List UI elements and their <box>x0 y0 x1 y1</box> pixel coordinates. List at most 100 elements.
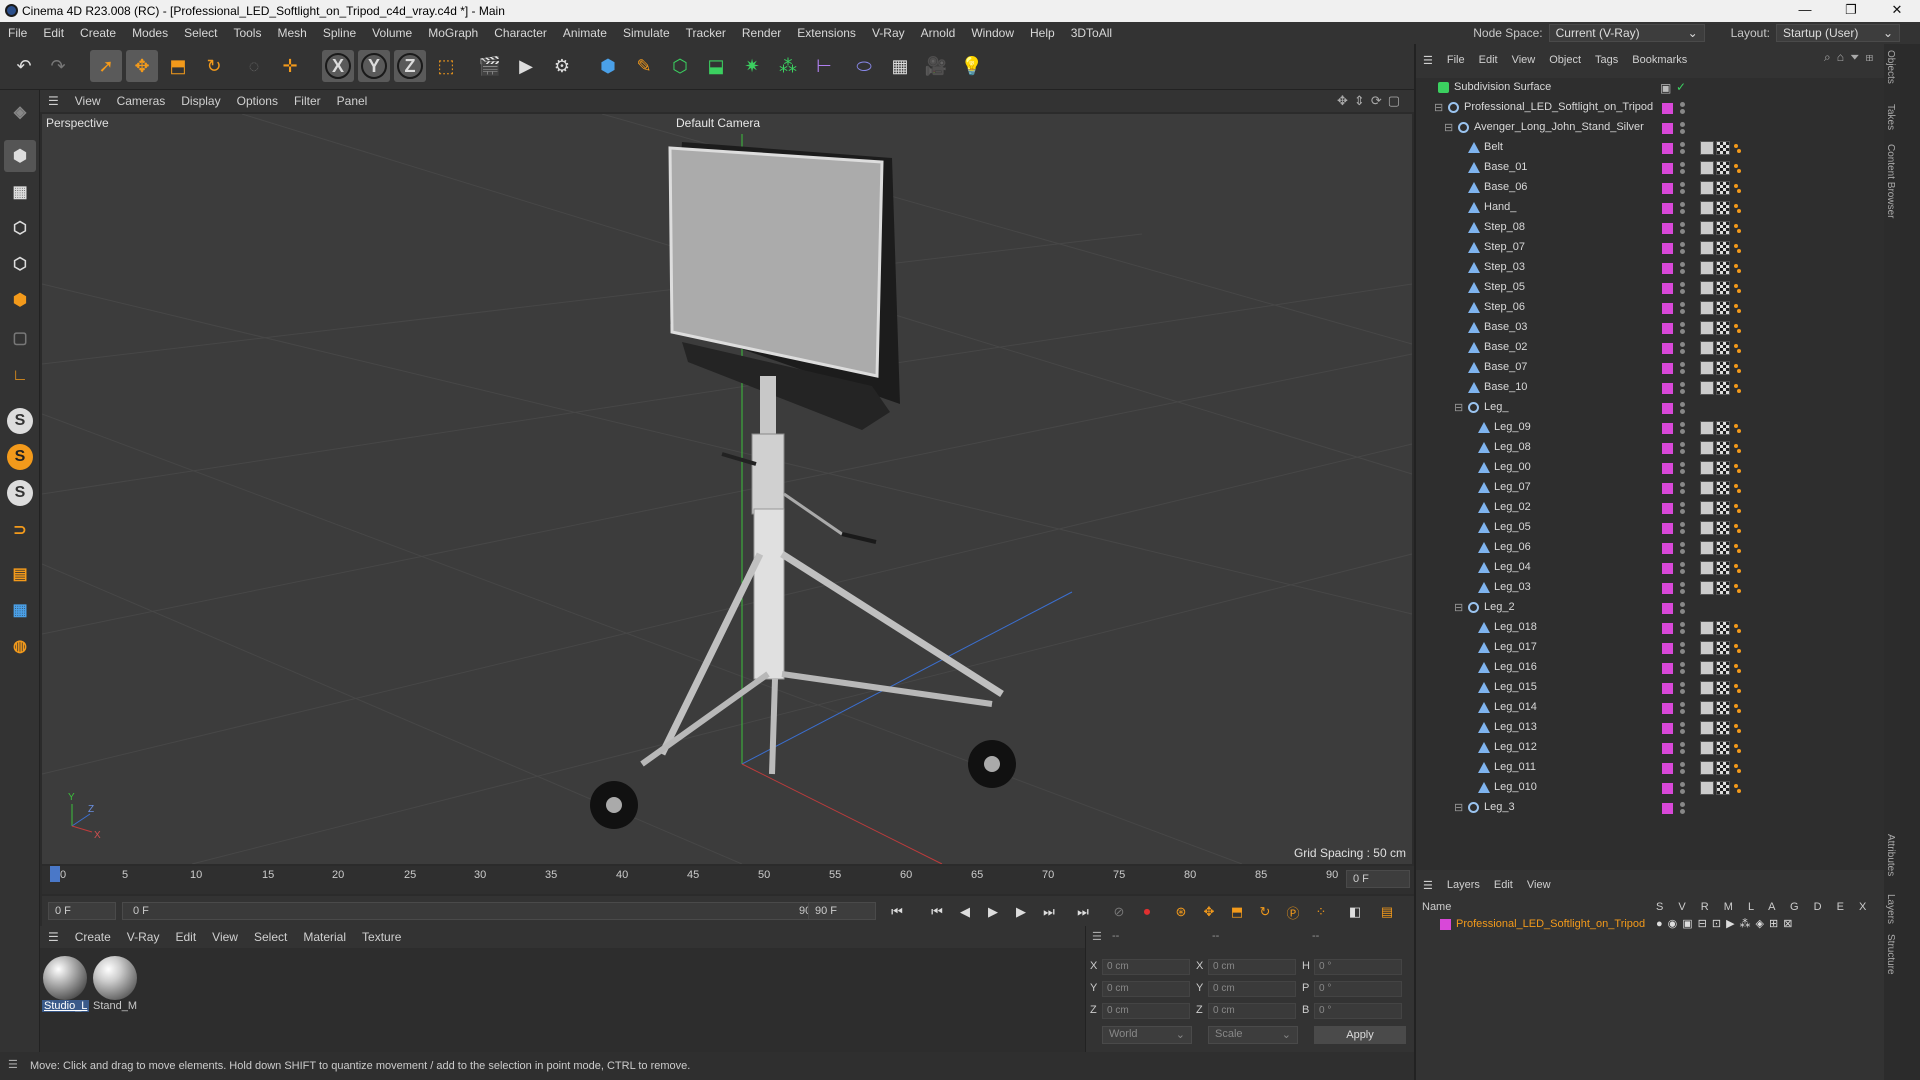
menu-spline[interactable]: Spline <box>315 26 364 40</box>
hamburger-icon[interactable]: ☰ <box>1416 54 1440 67</box>
previous-frame-icon[interactable]: ◀ <box>954 901 976 923</box>
transform-tool-icon[interactable]: ✛ <box>274 50 306 82</box>
object-row[interactable]: Step_03 <box>1416 258 1886 278</box>
object-tags[interactable] <box>1700 521 1742 535</box>
material-tag-icon[interactable] <box>1716 481 1730 495</box>
hamburger-icon[interactable]: ☰ <box>8 1058 18 1071</box>
magnet-icon[interactable]: ⊃ <box>4 514 36 546</box>
visibility-dots-icon[interactable] <box>1680 162 1685 174</box>
vray-tag-icon[interactable] <box>1732 421 1742 435</box>
material-tag-icon[interactable] <box>1716 541 1730 555</box>
mograph-effector-icon[interactable]: ⁂ <box>772 50 804 82</box>
object-tags[interactable] <box>1700 561 1742 575</box>
visibility-dots-icon[interactable] <box>1680 522 1685 534</box>
visibility-dots-icon[interactable] <box>1680 702 1685 714</box>
object-tags[interactable] <box>1700 581 1742 595</box>
layer-color-swatch[interactable] <box>1662 263 1673 274</box>
object-row[interactable]: Leg_05 <box>1416 518 1886 538</box>
model-mode-icon[interactable]: ⬢ <box>4 140 36 172</box>
layer-color-swatch[interactable] <box>1662 283 1673 294</box>
uv-mode-icon[interactable]: ▢ <box>4 322 36 354</box>
object-row[interactable]: ⊟ Leg_2 <box>1416 598 1886 618</box>
menu-edit[interactable]: Edit <box>35 26 72 40</box>
vray-tag-icon[interactable] <box>1732 361 1742 375</box>
visibility-dots-icon[interactable] <box>1680 182 1685 194</box>
object-row[interactable]: Step_07 <box>1416 238 1886 258</box>
visibility-dots-icon[interactable] <box>1680 222 1685 234</box>
visibility-dots-icon[interactable] <box>1680 762 1685 774</box>
object-tags[interactable] <box>1700 721 1742 735</box>
layer-color-swatch[interactable] <box>1662 803 1673 814</box>
vray-tag-icon[interactable] <box>1732 621 1742 635</box>
object-row[interactable]: ⊟ Avenger_Long_John_Stand_Silver <box>1416 118 1886 138</box>
menu-help[interactable]: Help <box>1022 26 1063 40</box>
cloner-icon[interactable]: ✷ <box>736 50 768 82</box>
expand-toggle-icon[interactable]: ⊟ <box>1454 601 1463 614</box>
layer-color-swatch[interactable] <box>1662 723 1673 734</box>
layer-color-swatch[interactable] <box>1662 183 1673 194</box>
object-name[interactable]: Step_06 <box>1484 301 1525 313</box>
previous-key-icon[interactable]: ⏮ <box>926 901 948 923</box>
current-frame-field[interactable]: 0 F <box>1346 870 1410 888</box>
object-name[interactable]: Step_03 <box>1484 261 1525 273</box>
phong-tag-icon[interactable] <box>1700 561 1714 575</box>
visibility-dots-icon[interactable] <box>1680 342 1685 354</box>
texture-mode-icon[interactable]: ▦ <box>4 176 36 208</box>
object-row[interactable]: ⊟ Leg_3 <box>1416 798 1886 818</box>
side-tab-structure[interactable]: Structure <box>1885 934 1896 975</box>
visibility-dots-icon[interactable] <box>1680 682 1685 694</box>
side-tab-takes[interactable]: Takes <box>1885 104 1896 130</box>
maximize-button[interactable]: ❐ <box>1828 0 1874 22</box>
material-tag-icon[interactable] <box>1716 641 1730 655</box>
key-position-icon[interactable]: ✥ <box>1198 901 1220 923</box>
object-tags[interactable] <box>1700 241 1742 255</box>
visibility-dots-icon[interactable] <box>1680 142 1685 154</box>
field-icon[interactable]: ⬭ <box>848 50 880 82</box>
visibility-dots-icon[interactable] <box>1680 742 1685 754</box>
object-row[interactable]: Hand_ <box>1416 198 1886 218</box>
material-tag-icon[interactable] <box>1716 341 1730 355</box>
object-manager-search-icons[interactable]: ⌕⌂⏷⊞ <box>1824 50 1879 65</box>
phong-tag-icon[interactable] <box>1700 701 1714 715</box>
position-y-field[interactable]: 0 cm <box>1102 981 1190 997</box>
snap-icon[interactable]: S <box>7 408 33 434</box>
visibility-dots-icon[interactable] <box>1680 582 1685 594</box>
visibility-dots-icon[interactable] <box>1680 782 1685 794</box>
menu-modes[interactable]: Modes <box>124 26 176 40</box>
render-region-icon[interactable]: 🎬 <box>474 50 506 82</box>
layer-color-swatch[interactable] <box>1662 423 1673 434</box>
layer-color-swatch[interactable] <box>1662 463 1673 474</box>
material-tag-icon[interactable] <box>1716 781 1730 795</box>
material-tag-icon[interactable] <box>1716 621 1730 635</box>
phong-tag-icon[interactable] <box>1700 581 1714 595</box>
layer-color-swatch[interactable] <box>1662 323 1673 334</box>
playhead[interactable] <box>50 866 60 882</box>
polygons-mode-icon[interactable]: ⬢ <box>4 284 36 316</box>
menu-window[interactable]: Window <box>963 26 1022 40</box>
select-tool-icon[interactable]: ➚ <box>90 50 122 82</box>
object-row[interactable]: Leg_011 <box>1416 758 1886 778</box>
object-name[interactable]: Leg_06 <box>1494 541 1531 553</box>
object-row[interactable]: Belt <box>1416 138 1886 158</box>
visibility-dots-icon[interactable] <box>1680 362 1685 374</box>
menu-tracker[interactable]: Tracker <box>678 26 734 40</box>
object-row[interactable]: Base_10 <box>1416 378 1886 398</box>
motion-path-icon[interactable]: ◧ <box>1344 901 1366 923</box>
layer-menu-view[interactable]: View <box>1520 879 1558 891</box>
object-row[interactable]: ⊟ Leg_ <box>1416 398 1886 418</box>
object-name[interactable]: Leg_04 <box>1494 561 1531 573</box>
object-row[interactable]: Base_07 <box>1416 358 1886 378</box>
phong-tag-icon[interactable] <box>1700 161 1714 175</box>
object-name[interactable]: Step_08 <box>1484 221 1525 233</box>
object-tags[interactable] <box>1700 681 1742 695</box>
object-name[interactable]: Leg_017 <box>1494 641 1537 653</box>
vray-tag-icon[interactable] <box>1732 521 1742 535</box>
menu-extensions[interactable]: Extensions <box>789 26 864 40</box>
material-menu-edit[interactable]: Edit <box>167 930 204 944</box>
visibility-dots-icon[interactable] <box>1680 262 1685 274</box>
object-row[interactable]: Leg_09 <box>1416 418 1886 438</box>
rotation-p-field[interactable]: 0 ° <box>1314 981 1402 997</box>
layer-color-swatch[interactable] <box>1662 543 1673 554</box>
phong-tag-icon[interactable] <box>1700 721 1714 735</box>
material-tag-icon[interactable] <box>1716 681 1730 695</box>
